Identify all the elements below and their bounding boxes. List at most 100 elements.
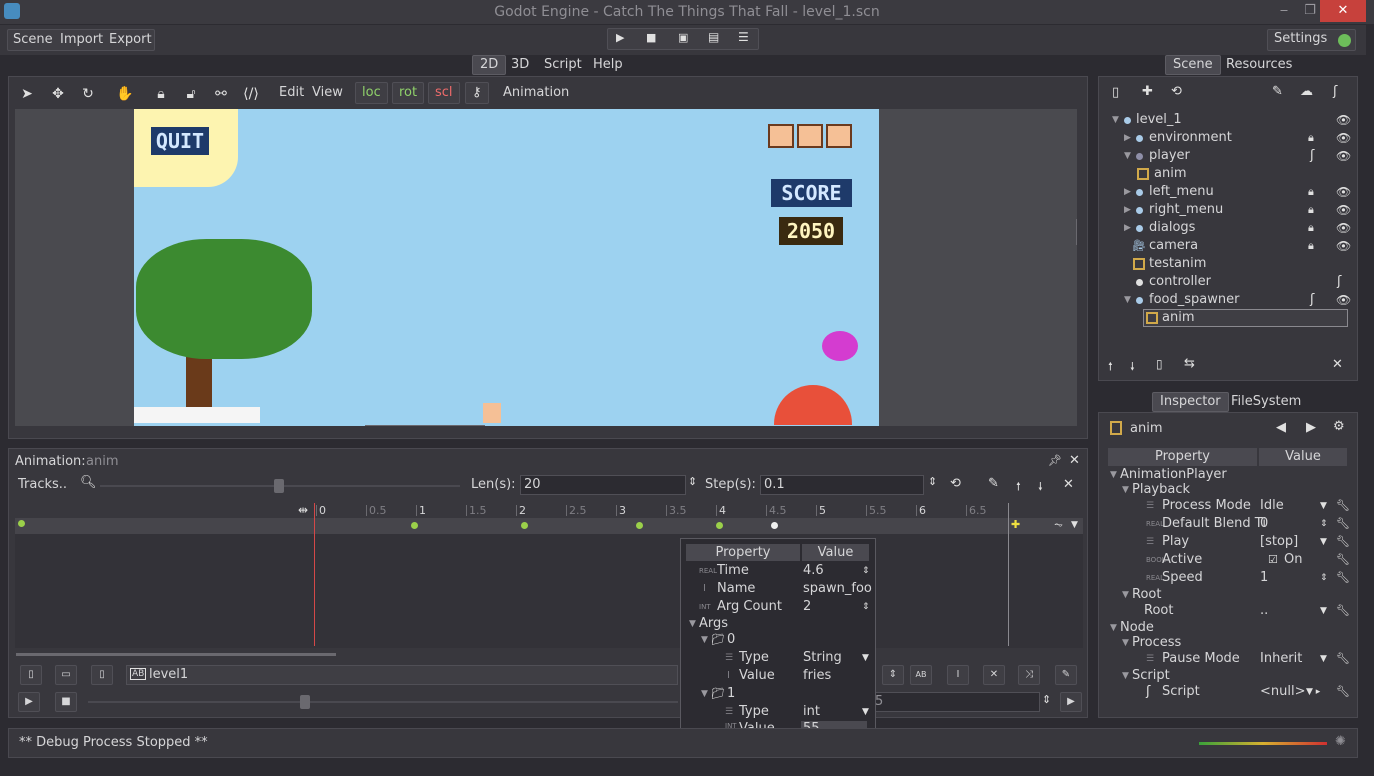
visibility-eye-icon[interactable]: 👁︎ xyxy=(1336,183,1351,201)
viewport-vscrollbar[interactable] xyxy=(1076,219,1077,245)
instance-icon[interactable]: ⟲ xyxy=(1171,84,1182,99)
script-icon[interactable]: ʃ xyxy=(1310,291,1314,309)
key-icon[interactable]: ⚷ xyxy=(465,82,489,104)
visibility-eye-icon[interactable]: 👁︎ xyxy=(1336,201,1351,219)
popup-arg0-type-row[interactable]: ☰ Type String ▼ xyxy=(681,649,875,667)
key-editor-popup[interactable]: Property Value REAL Time 4.6 ⇕ Ι Name spawn_f… xyxy=(680,538,876,734)
track-down-icon[interactable]: 🠗 xyxy=(1038,478,1043,497)
add-key-icon[interactable]: ✚ xyxy=(1011,518,1020,531)
canvas-viewport[interactable]: QUIT SCORE 2050 xyxy=(15,109,1077,426)
scene-menu[interactable]: Scene xyxy=(7,30,59,50)
tree-node-left-menu[interactable]: ▶ left_menu 🔒︎ 👁︎ xyxy=(1108,183,1351,201)
tree-node-camera[interactable]: 🎥︎ camera 🔒︎ 👁︎ xyxy=(1108,237,1351,255)
keyframe-dot[interactable] xyxy=(411,522,418,529)
popup-arg1-section[interactable]: ▼ 📁︎ 1 xyxy=(681,685,875,703)
popup-argcount-row[interactable]: INT Arg Count 2 ⇕ xyxy=(681,598,875,616)
next-frame-icon[interactable]: ▶ xyxy=(1060,692,1082,712)
name-input[interactable]: spawn_foo xyxy=(803,580,872,598)
pan-tool-icon[interactable]: ✋ xyxy=(114,84,136,104)
add-node-icon[interactable]: ✚ xyxy=(1142,84,1153,99)
object-menu-gear-icon[interactable]: ⚙ xyxy=(1333,419,1345,434)
text-cursor-icon[interactable]: Ι xyxy=(947,665,969,685)
import-menu[interactable]: Import xyxy=(54,30,109,50)
scl-toggle[interactable]: scl xyxy=(428,82,460,104)
move-up-icon[interactable]: 🠕 xyxy=(1108,358,1113,377)
timeline-zoom-icon[interactable]: ⇹ xyxy=(298,503,308,517)
new-animation-icon[interactable]: ▯ xyxy=(20,665,42,685)
load-animation-icon[interactable]: ▭ xyxy=(55,665,77,685)
arg0-value-input[interactable]: fries xyxy=(803,667,831,685)
script-icon[interactable]: ʃ xyxy=(1310,147,1314,165)
default-blend-input[interactable]: 0 xyxy=(1260,515,1268,533)
track-row[interactable] xyxy=(15,518,1083,534)
tree-node-player[interactable]: ▼ player ʃ 👁︎ xyxy=(1108,147,1351,165)
unlock-icon[interactable]: 🔓︎ xyxy=(180,84,202,104)
minimize-button[interactable]: ‒ xyxy=(1270,0,1298,22)
playhead[interactable] xyxy=(314,503,315,646)
timeline-hscrollbar[interactable] xyxy=(16,653,336,656)
prop-default-blend[interactable]: REAL Default Blend Ti 0 ⇕ 🔧︎ xyxy=(1108,515,1350,533)
blend-icon[interactable]: ⤨ xyxy=(1018,665,1040,685)
tree-node-food-spawner[interactable]: ▼ food_spawner ʃ 👁︎ xyxy=(1108,291,1351,309)
tree-node-right-menu[interactable]: ▶ right_menu 🔒︎ 👁︎ xyxy=(1108,201,1351,219)
tree-node-food-spawner-anim[interactable]: anim xyxy=(1143,309,1348,327)
keyframe-dot[interactable] xyxy=(636,522,643,529)
process-mode-select[interactable]: Idle xyxy=(1260,497,1284,515)
prop-play[interactable]: ☰ Play [stop] ▼ 🔧︎ xyxy=(1108,533,1350,551)
keyframe-wrench-icon[interactable]: 🔧︎ xyxy=(1336,551,1350,569)
select-tool-icon[interactable]: ➤ xyxy=(16,84,38,104)
view-menu[interactable]: View xyxy=(312,85,343,100)
lock-icon[interactable]: 🔒︎ xyxy=(1308,219,1314,237)
edit-groups-icon[interactable]: ✎ xyxy=(1272,84,1283,99)
tab-help[interactable]: Help xyxy=(585,55,631,75)
tree-node-dialogs[interactable]: ▶ dialogs 🔒︎ 👁︎ xyxy=(1108,219,1351,237)
duplicate-animation-icon[interactable]: ▯ xyxy=(91,665,113,685)
prop-root[interactable]: Root.. ▼ 🔧︎ xyxy=(1108,602,1350,620)
arg1-type-select[interactable]: int xyxy=(803,703,820,721)
tree-node-testanim[interactable]: testanim xyxy=(1108,255,1350,273)
popup-arg1-type-row[interactable]: ☰ Type int ▼ xyxy=(681,703,875,721)
play-icon[interactable]: ▶ xyxy=(616,31,624,44)
popup-arg0-section[interactable]: ▼ 📁︎ 0 xyxy=(681,631,875,649)
export-menu[interactable]: Export xyxy=(103,30,158,50)
stop-animation-icon[interactable]: ■ xyxy=(55,692,77,712)
visibility-eye-icon[interactable]: 👁︎ xyxy=(1336,129,1351,147)
lock-icon[interactable]: 🔒︎ xyxy=(1308,237,1314,255)
track-area[interactable] xyxy=(15,534,1083,648)
frame-slider-track[interactable] xyxy=(88,701,678,703)
loop-icon[interactable]: ⟲ xyxy=(950,476,961,491)
root-nodepath[interactable]: .. xyxy=(1260,602,1268,620)
delete-node-icon[interactable]: ✕ xyxy=(1332,357,1343,372)
tree-node-player-anim[interactable]: anim xyxy=(1108,165,1350,183)
time-input[interactable]: 4.6 xyxy=(803,562,824,580)
zoom-slider-handle[interactable] xyxy=(274,479,284,493)
prop-script[interactable]: ʃ Script <null> ▼ ▸ 🔧︎ xyxy=(1108,683,1350,701)
play-custom-icon[interactable]: ▤ xyxy=(708,30,719,44)
tab-inspector[interactable]: Inspector xyxy=(1152,392,1229,412)
animation-select[interactable]: AB level1 xyxy=(126,665,678,685)
keyframe-wrench-icon[interactable]: 🔧︎ xyxy=(1336,650,1350,668)
stop-icon[interactable]: ■ xyxy=(646,31,656,44)
checkbox-checked-icon[interactable]: ☑ xyxy=(1268,551,1278,569)
prop-speed[interactable]: REAL Speed 1 ⇕ 🔧︎ xyxy=(1108,569,1350,587)
tab-resources[interactable]: Resources xyxy=(1218,55,1300,75)
viewport-hscrollbar[interactable] xyxy=(365,425,485,426)
lock-icon[interactable]: 🔒︎ xyxy=(150,84,172,104)
edit-menu[interactable]: Edit xyxy=(279,85,304,100)
frame-slider-handle[interactable] xyxy=(300,695,310,709)
reparent-icon[interactable]: ⇆ xyxy=(1184,356,1195,371)
pin-icon[interactable]: 📌︎ xyxy=(1048,454,1062,467)
settings-button[interactable]: Settings xyxy=(1267,29,1356,51)
rotate-tool-icon[interactable]: ↻ xyxy=(77,84,99,104)
visibility-eye-icon[interactable]: 👁︎ xyxy=(1336,219,1351,237)
debug-options-icon[interactable]: ☰ xyxy=(738,30,749,44)
keyframe-dot[interactable] xyxy=(771,522,778,529)
tab-3d[interactable]: 3D xyxy=(503,55,537,75)
spin-arrows-icon[interactable]: ⇕ xyxy=(882,665,904,685)
tab-2d[interactable]: 2D xyxy=(472,55,507,75)
close-window-button[interactable]: ✕ xyxy=(1320,0,1366,22)
lock-icon[interactable]: 🔒︎ xyxy=(1308,201,1314,219)
keyframe-dot[interactable] xyxy=(521,522,528,529)
new-scene-icon[interactable]: ▯ xyxy=(1112,85,1119,100)
argcount-input[interactable]: 2 xyxy=(803,598,811,616)
